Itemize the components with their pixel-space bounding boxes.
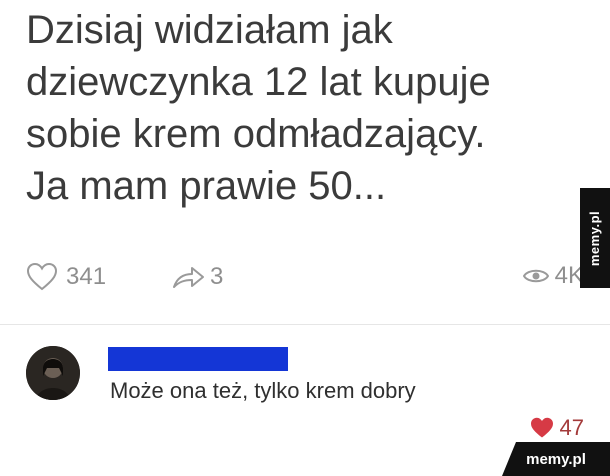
comment-text: Może ona też, tylko krem dobry xyxy=(110,378,416,403)
eye-icon xyxy=(522,269,549,283)
post-stats-bar: 341 3 4K xyxy=(0,262,610,292)
avatar[interactable] xyxy=(26,346,80,400)
heart-outline-icon xyxy=(26,262,58,291)
like-count: 341 xyxy=(66,263,107,290)
share-button[interactable]: 3 xyxy=(170,262,223,292)
watermark-corner: memy.pl xyxy=(502,442,610,476)
watermark-corner-text: memy.pl xyxy=(526,450,586,468)
views-counter: 4K xyxy=(522,262,584,290)
post-line: dziewczynka 12 lat kupuje xyxy=(26,60,491,104)
post-line: Ja mam prawie 50... xyxy=(26,164,387,208)
post-line: sobie krem odmładzający. xyxy=(26,112,486,156)
avatar-image xyxy=(26,346,80,400)
watermark-side-text: memy.pl xyxy=(587,210,603,266)
watermark-side: memy.pl xyxy=(580,188,610,288)
share-arrow-icon xyxy=(173,267,204,288)
comment-like-count: 47 xyxy=(559,415,584,440)
heart-filled-icon xyxy=(530,417,553,438)
like-button[interactable]: 341 xyxy=(26,262,106,292)
post-text: Dzisiaj widziałam jak dziewczynka 12 lat… xyxy=(26,4,566,212)
comment-like-button[interactable]: 47 xyxy=(530,415,584,441)
redacted-username xyxy=(108,347,288,371)
divider xyxy=(0,324,610,325)
share-count: 3 xyxy=(210,263,224,290)
post-line: Dzisiaj widziałam jak xyxy=(26,8,393,52)
